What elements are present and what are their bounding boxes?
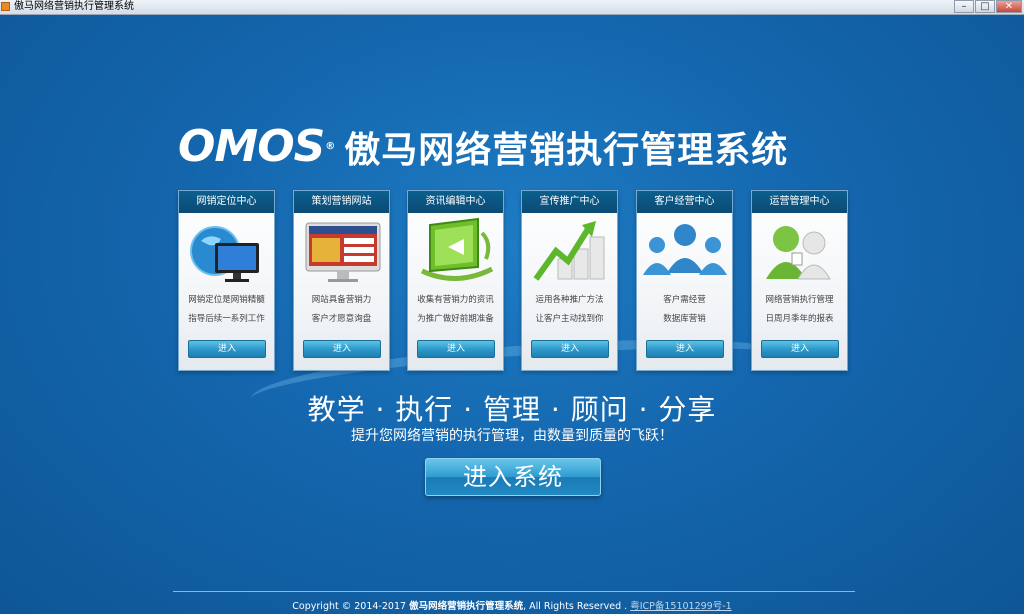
card-title: 资讯编辑中心 [408,191,503,213]
footer-rights: , All Rights Reserved . [523,601,631,612]
footer: Copyright © 2014-2017 傲马网络营销执行管理系统, All … [0,598,1024,612]
card-title: 策划营销网站 [294,191,389,213]
card-description-line: 为推广做好前期准备 [417,314,494,324]
card-customer-management: 客户经营中心 客户需经营 数据库营销 进入 [636,190,733,371]
card-enter-button[interactable]: 进入 [531,340,609,358]
card-enter-button[interactable]: 进入 [303,340,381,358]
window-controls: – □ ✕ [953,0,1022,14]
card-description-line: 日周月季年的报表 [765,314,834,324]
enter-system-button[interactable]: 进入系统 [425,458,601,496]
footer-copyright: Copyright © 2014-2017 [292,601,410,612]
registered-mark: ® [325,141,335,152]
maximize-button[interactable]: □ [975,0,995,13]
app-title: 傲马网络营销执行管理系统 [344,130,789,171]
card-operations-management: 运营管理中心 网络营销执行管理 日周月季年的报表 进入 [751,190,848,371]
customers-icon [637,213,732,287]
card-news-editing: 资讯编辑中心 收集有营销力的资讯 为推广做好前期准备 进入 [407,190,504,371]
card-description-line: 数据库营销 [663,314,706,324]
card-description-line: 运用各种推广方法 [535,295,604,305]
card-description-line: 客户需经营 [663,295,706,305]
card-enter-button[interactable]: 进入 [761,340,839,358]
card-description-line: 让客户主动找到你 [535,314,604,324]
card-marketing-website: 策划营销网站 网站具备营销力 客户才愿意询盘 进入 [293,190,390,371]
close-button[interactable]: ✕ [996,0,1022,13]
green-screen-icon [408,213,503,287]
module-cards: 网销定位中心 网销定位是网销精髓 指导后续一系列工作 进入 策划营销网站 网站具… [178,190,850,372]
card-enter-button[interactable]: 进入 [417,340,495,358]
slogan: 教学 · 执行 · 管理 · 顾问 · 分享 [307,393,717,426]
window-title: 傲马网络营销执行管理系统 [14,1,134,12]
card-marketing-positioning: 网销定位中心 网销定位是网销精髓 指导后续一系列工作 进入 [178,190,275,371]
card-enter-button[interactable]: 进入 [646,340,724,358]
window-titlebar: 傲马网络营销执行管理系统 – □ ✕ [0,0,1024,15]
card-description-line: 网站具备营销力 [311,295,372,305]
globe-monitor-icon [179,213,274,287]
website-monitor-icon [294,213,389,287]
omos-logo: OMOS® [178,125,335,169]
growth-chart-icon [522,213,617,287]
card-description-line: 网络营销执行管理 [765,295,834,305]
card-title: 运营管理中心 [752,191,847,213]
header-logo-row: OMOS® 傲马网络营销执行管理系统 [178,124,878,172]
card-promotion: 宣传推广中心 运用各种推广方法 让客户主动找到你 进入 [521,190,618,371]
card-description-line: 收集有营销力的资讯 [417,295,494,305]
card-description-line: 网销定位是网销精髓 [188,295,265,305]
footer-divider [173,591,855,592]
app-icon [1,2,10,11]
icp-link[interactable]: 粤ICP备15101299号-1 [630,601,732,612]
footer-company: 傲马网络营销执行管理系统 [409,601,524,612]
subslogan: 提升您网络营销的执行管理，由数量到质量的飞跃！ [351,428,673,444]
logo-text: OMOS [178,121,325,172]
card-title: 网销定位中心 [179,191,274,213]
card-enter-button[interactable]: 进入 [188,340,266,358]
card-title: 客户经营中心 [637,191,732,213]
minimize-button[interactable]: – [954,0,974,13]
card-title: 宣传推广中心 [522,191,617,213]
card-description-line: 指导后续一系列工作 [188,314,265,324]
manager-icon [752,213,847,287]
card-description-line: 客户才愿意询盘 [311,314,372,324]
